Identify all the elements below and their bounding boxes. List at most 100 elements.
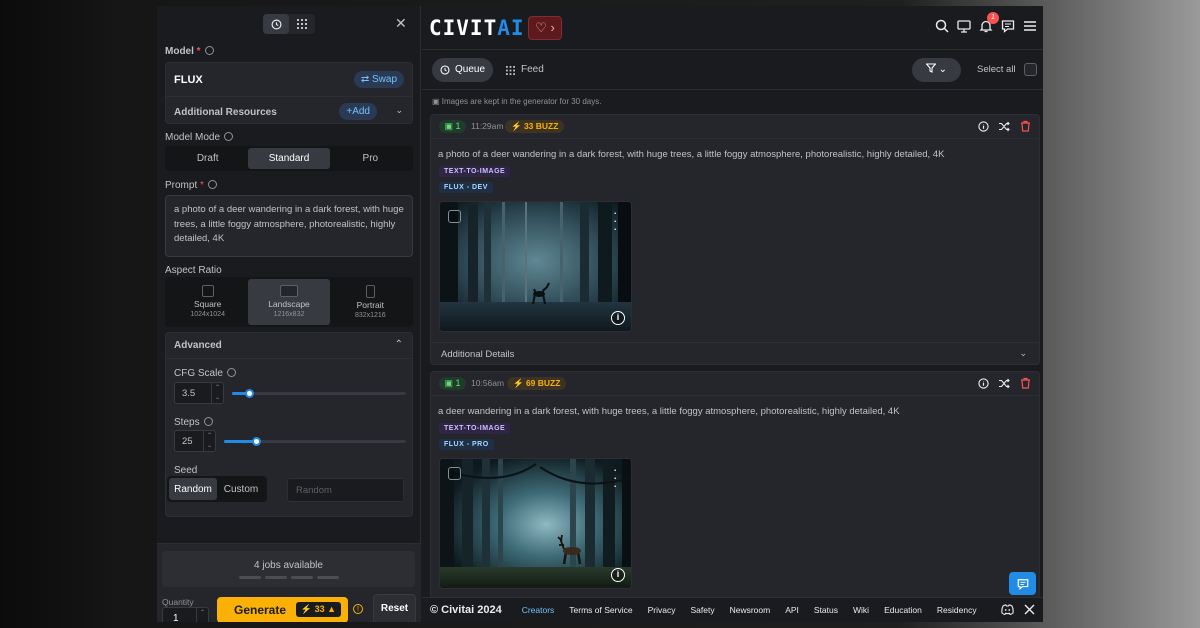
jobs-available-text: 4 jobs available — [254, 560, 323, 571]
grid-icon[interactable] — [289, 14, 315, 34]
monitor-icon[interactable] — [956, 18, 971, 33]
aspect-square[interactable]: Square 1024x1024 — [167, 279, 248, 325]
footer-link-creators[interactable]: Creators — [522, 605, 555, 615]
steps-input[interactable]: 25 ⌃ ⌄ — [174, 430, 216, 452]
cfg-scale-input[interactable]: 3.5 ⌃ ⌄ — [174, 382, 224, 404]
tab-queue[interactable]: Queue — [432, 58, 493, 82]
quantity-field: Quantity 1 ⌃⌄ — [162, 597, 209, 622]
filter-button[interactable]: ⌄ — [912, 58, 961, 82]
stepper-icon[interactable]: ⌃⌄ — [203, 431, 215, 451]
menu-icon[interactable] — [1022, 18, 1037, 33]
prompt-textarea[interactable]: a photo of a deer wandering in a dark fo… — [165, 195, 413, 257]
advanced-label: Advanced — [174, 340, 222, 351]
job-actions — [977, 120, 1031, 132]
panel-view-toggle — [263, 14, 315, 34]
info-icon[interactable] — [977, 120, 989, 132]
prompt-label: Prompt * — [165, 180, 217, 191]
footer-link-residency[interactable]: Residency — [937, 605, 977, 615]
image-select-checkbox[interactable] — [448, 210, 461, 223]
chevron-up-icon[interactable]: ⌃ — [395, 339, 403, 350]
footer-link-api[interactable]: API — [785, 605, 799, 615]
info-icon[interactable]: i — [611, 568, 625, 582]
x-twitter-icon[interactable] — [1024, 604, 1035, 617]
bell-icon[interactable]: 1 — [978, 12, 999, 33]
swap-label: Swap — [371, 74, 397, 85]
mode-draft[interactable]: Draft — [167, 148, 248, 169]
slider-handle[interactable] — [252, 437, 261, 446]
aspect-portrait[interactable]: Portrait 832x1216 — [330, 279, 411, 325]
search-icon[interactable] — [934, 18, 949, 33]
tab-feed[interactable]: Feed — [506, 58, 544, 82]
slider-handle[interactable] — [245, 389, 254, 398]
aspect-ratio-label: Aspect Ratio — [165, 265, 222, 276]
support-heart-button[interactable]: ♡ › — [528, 16, 562, 40]
swap-button[interactable]: ⇄ Swap — [353, 71, 404, 88]
aspect-name: Portrait — [356, 300, 385, 310]
buzz-cost: 33 BUZZ — [523, 121, 559, 131]
shuffle-icon[interactable] — [998, 120, 1010, 132]
footer-link-newsroom[interactable]: Newsroom — [730, 605, 771, 615]
info-icon — [203, 417, 213, 426]
grid-icon — [506, 66, 515, 75]
steps-slider[interactable] — [224, 437, 406, 446]
shuffle-icon[interactable] — [998, 377, 1010, 389]
stepper-icon[interactable]: ⌃⌄ — [211, 383, 223, 403]
info-icon — [207, 180, 217, 189]
chat-icon[interactable] — [1000, 18, 1015, 33]
trash-icon[interactable] — [1019, 377, 1031, 389]
cfg-scale-slider[interactable] — [232, 389, 406, 398]
square-shape-icon — [201, 285, 214, 297]
tab-feed-label: Feed — [521, 64, 544, 75]
image-select-checkbox[interactable] — [448, 467, 461, 480]
quantity-input[interactable]: 1 ⌃⌄ — [162, 607, 209, 622]
close-icon[interactable]: ✕ — [395, 16, 407, 30]
footer-link-safety[interactable]: Safety — [690, 605, 714, 615]
image-count-badge: ▣ 1 — [439, 377, 466, 390]
discord-icon[interactable] — [1001, 604, 1014, 617]
job-time: 10:56am — [471, 378, 505, 388]
civitai-logo[interactable]: CIVITAI — [429, 17, 525, 39]
footer-link-wiki[interactable]: Wiki — [853, 605, 869, 615]
trash-icon[interactable] — [1019, 120, 1031, 132]
info-icon[interactable]: i — [611, 311, 625, 325]
generation-panel: ✕ Model * FLUX ⇄ Swap Additional Resourc… — [157, 6, 421, 622]
aspect-name: Square — [193, 299, 222, 309]
reset-button[interactable]: Reset — [373, 594, 416, 622]
info-icon[interactable]: ! — [353, 604, 363, 614]
more-options-icon[interactable]: · · · — [613, 463, 617, 492]
seed-input[interactable]: Random — [287, 478, 404, 502]
footer-link-privacy[interactable]: Privacy — [648, 605, 676, 615]
add-resource-button[interactable]: +Add — [339, 103, 377, 120]
tag-model: FLUX - DEV — [439, 182, 493, 193]
feedback-chat-button[interactable] — [1009, 572, 1036, 595]
history-icon[interactable] — [263, 14, 289, 34]
generator-app: ✕ Model * FLUX ⇄ Swap Additional Resourc… — [157, 6, 1043, 622]
stepper-icon[interactable]: ⌃⌄ — [196, 608, 208, 622]
generated-image[interactable]: · · · i — [439, 201, 632, 332]
more-options-icon[interactable]: · · · — [613, 206, 617, 235]
mode-pro[interactable]: Pro — [330, 148, 411, 169]
info-icon — [204, 46, 214, 55]
info-icon — [226, 368, 236, 377]
generate-button[interactable]: Generate ⚡ 33 ▲ — [217, 597, 348, 622]
info-icon[interactable] — [977, 377, 989, 389]
aspect-landscape[interactable]: Landscape 1216x832 — [248, 279, 330, 325]
aspect-size: 1024x1024 — [190, 311, 225, 318]
model-name: FLUX — [174, 74, 203, 86]
footer-link-education[interactable]: Education — [884, 605, 922, 615]
social-links — [1001, 604, 1035, 617]
generated-image[interactable]: · · · i — [439, 458, 632, 589]
mode-standard[interactable]: Standard — [248, 148, 330, 169]
job-time: 11:29am — [471, 121, 504, 131]
footer-link-terms[interactable]: Terms of Service — [569, 605, 632, 615]
additional-details-toggle[interactable]: Additional Details ⌄ — [431, 342, 1039, 364]
advanced-header[interactable]: Advanced ⌃ — [166, 333, 412, 359]
site-footer: © Civitai 2024 Creators Terms of Service… — [422, 597, 1043, 622]
footer-link-status[interactable]: Status — [814, 605, 838, 615]
select-all-checkbox[interactable] — [1024, 63, 1037, 76]
additional-details-label: Additional Details — [441, 349, 515, 360]
calendar-icon: ▣ — [432, 97, 440, 106]
seed-custom[interactable]: Custom — [217, 478, 265, 500]
chevron-down-icon[interactable]: ⌄ — [395, 105, 403, 116]
seed-random[interactable]: Random — [169, 478, 217, 500]
